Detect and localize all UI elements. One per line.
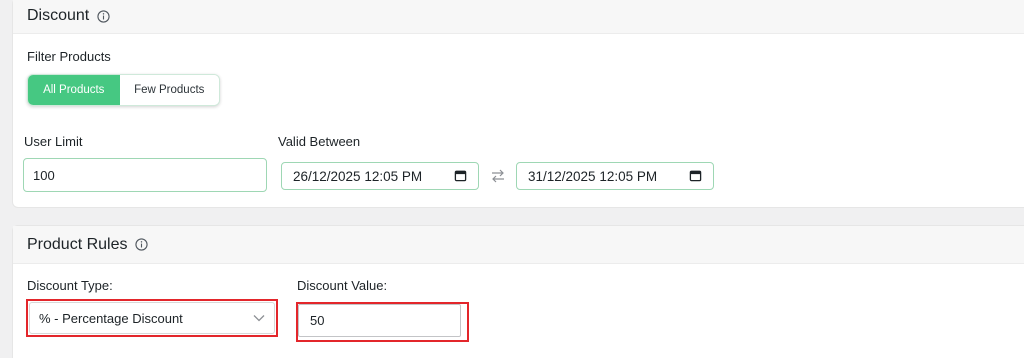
discount-type-label: Discount Type: xyxy=(27,278,113,293)
discount-title: Discount xyxy=(27,7,90,24)
product-rules-card: Product Rules xyxy=(12,225,1024,358)
valid-between-label: Valid Between xyxy=(278,134,361,149)
filter-products-toggle: All Products Few Products xyxy=(27,74,220,106)
discount-type-select[interactable]: % - Percentage Discount xyxy=(29,302,275,334)
product-rules-title: Product Rules xyxy=(27,235,128,253)
valid-from-value: 26/12/2025 12:05 PM xyxy=(293,168,423,184)
swap-arrows-icon xyxy=(489,168,507,189)
user-limit-label: User Limit xyxy=(24,134,83,149)
filter-products-label: Filter Products xyxy=(27,49,111,64)
product-rules-header: Product Rules xyxy=(13,226,1024,264)
valid-from-input[interactable]: 26/12/2025 12:05 PM xyxy=(281,162,479,190)
discount-card-header: Discount xyxy=(13,0,1024,34)
all-products-option[interactable]: All Products xyxy=(28,75,120,105)
valid-to-input[interactable]: 31/12/2025 12:05 PM xyxy=(516,162,714,190)
chevron-down-icon xyxy=(252,313,266,323)
user-limit-value: 100 xyxy=(33,167,55,183)
discount-value-label: Discount Value: xyxy=(297,278,388,293)
discount-type-value: % - Percentage Discount xyxy=(39,310,183,326)
discount-value-text: 50 xyxy=(310,313,325,328)
calendar-icon[interactable] xyxy=(454,169,468,183)
info-icon[interactable] xyxy=(96,9,110,23)
info-icon[interactable] xyxy=(135,238,149,252)
discount-value-input[interactable]: 50 xyxy=(298,304,461,337)
valid-to-value: 31/12/2025 12:05 PM xyxy=(528,168,658,184)
calendar-icon[interactable] xyxy=(689,169,703,183)
user-limit-input[interactable]: 100 xyxy=(23,158,267,192)
few-products-option[interactable]: Few Products xyxy=(119,75,219,105)
